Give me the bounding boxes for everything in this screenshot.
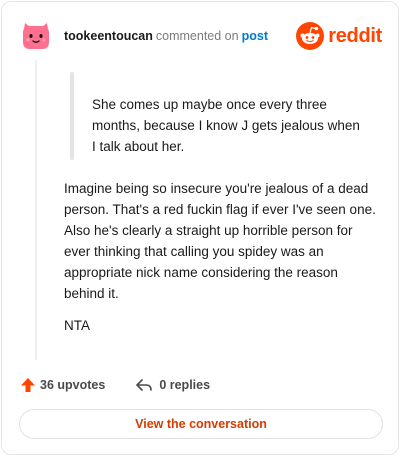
view-conversation-button[interactable]: View the conversation: [19, 409, 383, 439]
comment-action-text: commented on: [155, 29, 239, 43]
thread-line: [35, 60, 37, 360]
comment-verdict: NTA: [64, 318, 90, 333]
comment-body: Imagine being so insecure you're jealous…: [64, 181, 376, 301]
upvote-count: 36 upvotes: [40, 378, 106, 392]
reply-count: 0 replies: [159, 378, 211, 392]
upvote-arrow-icon[interactable]: [20, 377, 36, 393]
comment-header: tookeentoucan commented on post reddit: [20, 20, 382, 52]
comment-card: tookeentoucan commented on post reddit She…: [1, 1, 399, 455]
reply-arrow-icon[interactable]: [135, 377, 153, 393]
reddit-logo-icon: [296, 22, 325, 50]
comment-footer: 36 upvotes 0 replies: [20, 375, 210, 395]
snoo-avatar-icon[interactable]: [20, 20, 52, 52]
brand-name: reddit: [328, 24, 382, 47]
quoted-text: She comes up maybe once every three mont…: [92, 97, 360, 154]
quote-bar: [70, 72, 74, 160]
post-link[interactable]: post: [242, 29, 268, 43]
comment-meta: tookeentoucan commented on post: [64, 29, 268, 43]
username[interactable]: tookeentoucan: [64, 29, 153, 43]
reddit-brand[interactable]: reddit: [296, 20, 382, 52]
